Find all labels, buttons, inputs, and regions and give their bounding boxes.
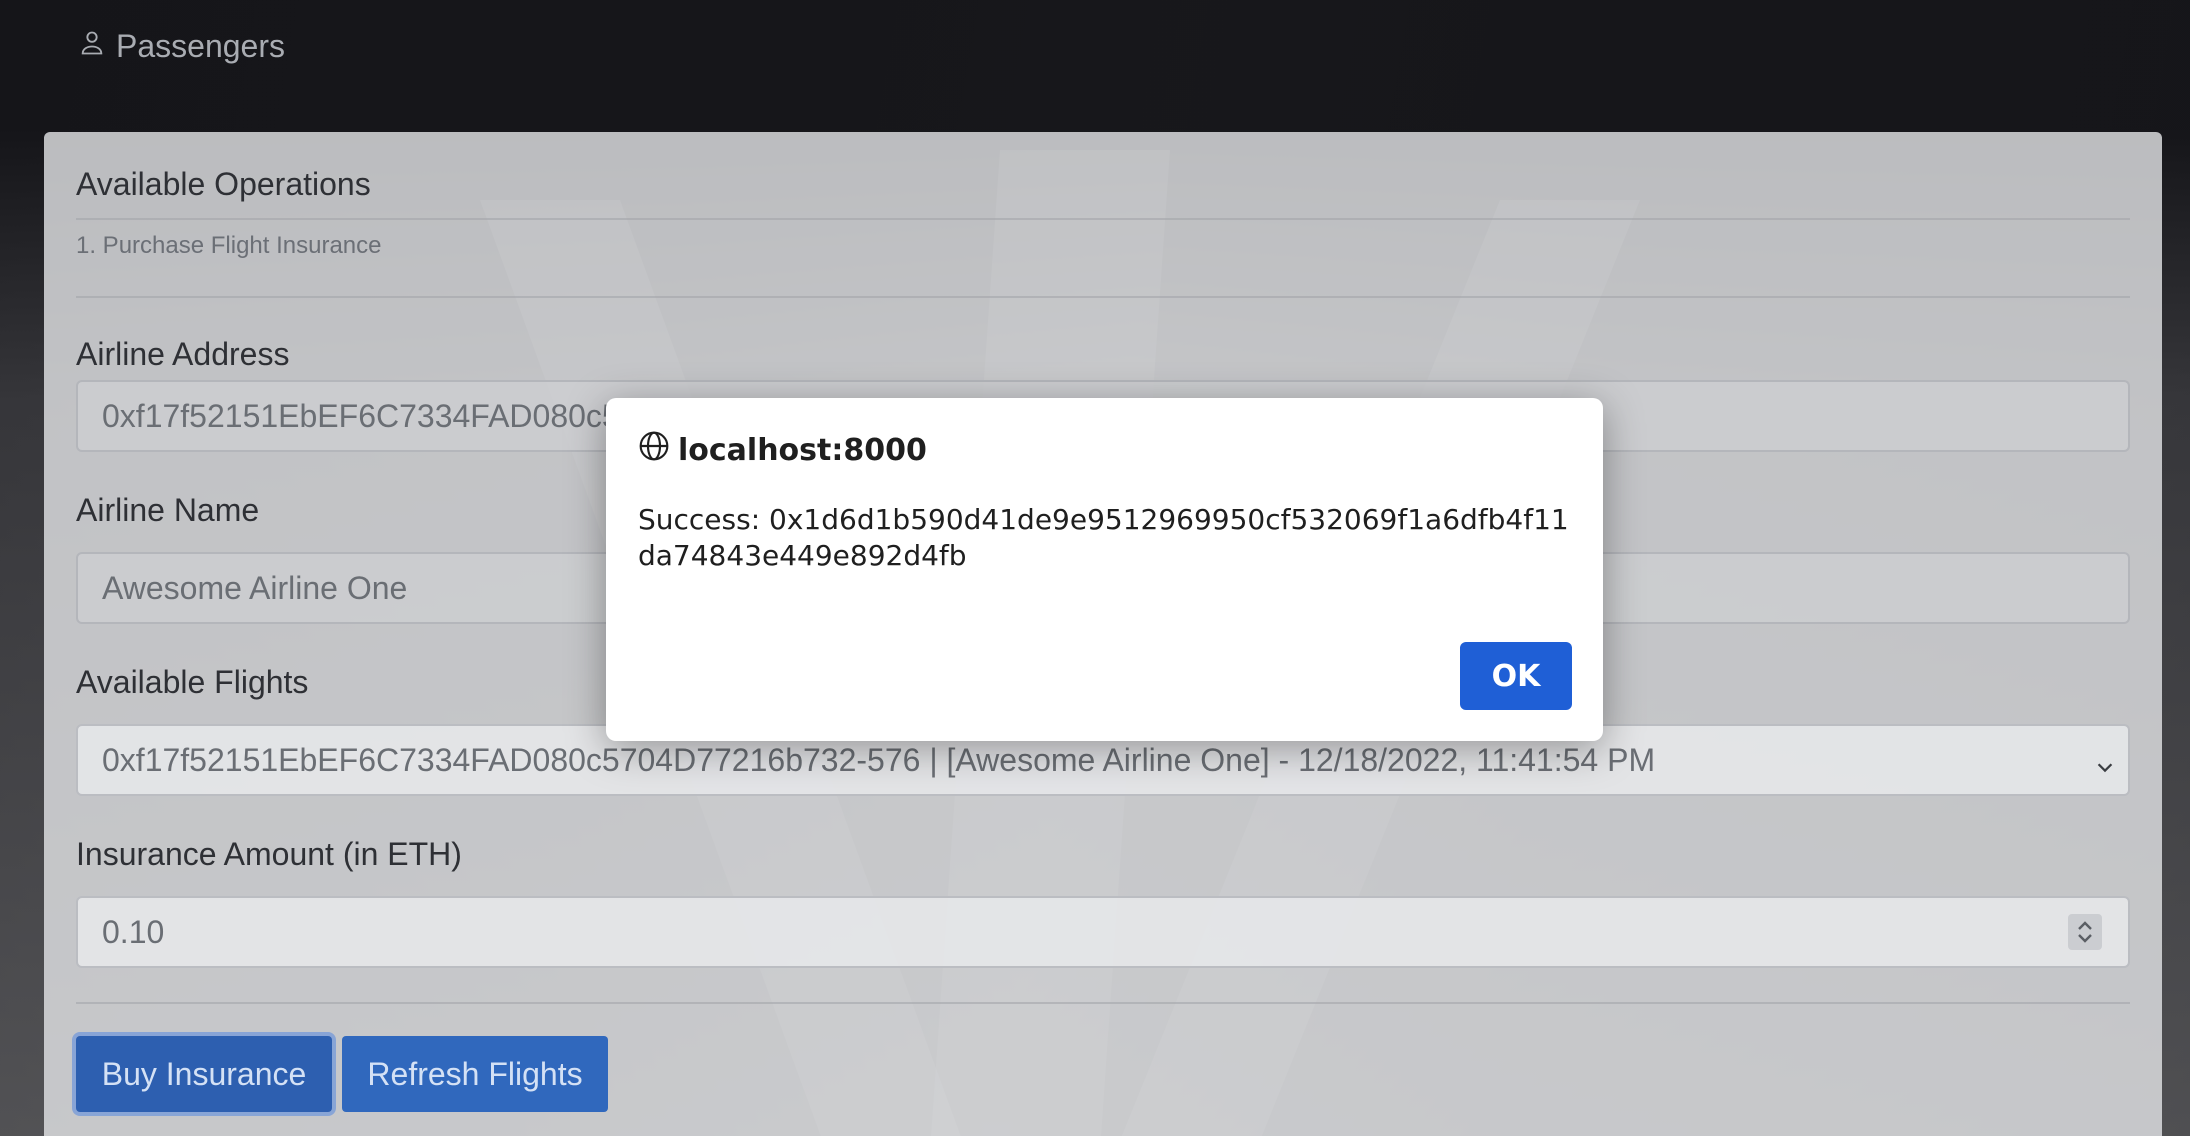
dialog-origin: localhost:8000	[638, 430, 927, 470]
dialog-message: Success: 0x1d6d1b590d41de9e9512969950cf5…	[638, 503, 1569, 572]
app-page: Passengers Available Operations 1. Purch…	[0, 0, 2190, 1136]
globe-icon	[638, 430, 670, 470]
dialog-origin-label: localhost:8000	[678, 432, 927, 468]
ok-button[interactable]: OK	[1460, 642, 1572, 710]
alert-dialog: localhost:8000 Success: 0x1d6d1b590d41de…	[606, 398, 1603, 741]
